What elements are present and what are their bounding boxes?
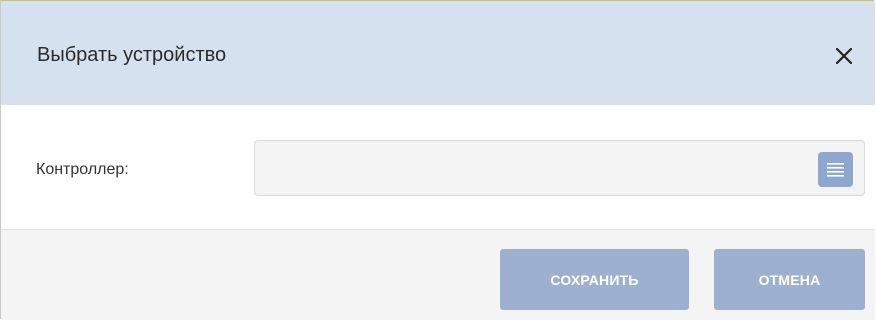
- list-icon: [818, 161, 853, 177]
- select-device-dialog: Выбрать устройство Контроллер: СОХРАНИТЬ…: [0, 0, 875, 320]
- dialog-body: Контроллер:: [1, 105, 875, 229]
- close-icon: [833, 45, 855, 67]
- controller-list-button[interactable]: [818, 152, 853, 187]
- dialog-footer: СОХРАНИТЬ ОТМЕНА: [1, 229, 875, 320]
- cancel-button[interactable]: ОТМЕНА: [714, 249, 865, 310]
- controller-field[interactable]: [254, 140, 865, 196]
- dialog-title: Выбрать устройство: [37, 44, 227, 66]
- close-button[interactable]: [833, 45, 855, 67]
- controller-label: Контроллер:: [36, 161, 129, 178]
- save-button[interactable]: СОХРАНИТЬ: [500, 249, 689, 310]
- controller-input[interactable]: [255, 141, 815, 195]
- dialog-header: Выбрать устройство: [1, 1, 875, 105]
